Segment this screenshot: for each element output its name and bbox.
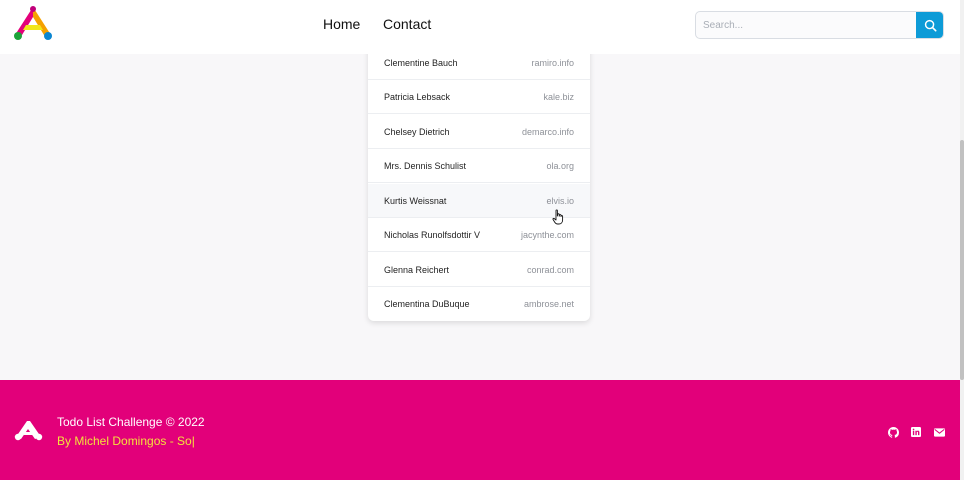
contact-website: ola.org (546, 160, 574, 171)
contact-website: demarco.info (521, 126, 574, 137)
search-box (695, 11, 944, 39)
contact-name: Glenna Reichert (384, 264, 450, 275)
github-icon (887, 426, 899, 438)
contact-website: ambrose.net (523, 299, 574, 309)
scrollbar-thumb[interactable] (960, 140, 964, 380)
footer-title: Todo List Challenge © 2022 (57, 415, 205, 429)
contact-name: Kurtis Weissnat (384, 195, 447, 206)
list-item[interactable]: Clementina DuBuque ambrose.net (368, 287, 590, 321)
contact-website: jacynthe.com (520, 229, 574, 240)
github-link[interactable] (887, 426, 899, 438)
search-button[interactable] (916, 12, 943, 38)
logo-icon[interactable] (12, 5, 54, 41)
search-icon (924, 19, 937, 32)
hand-cursor-icon (552, 209, 564, 225)
contact-name: Clementine Bauch (384, 57, 458, 68)
contact-website: conrad.com (526, 264, 574, 275)
contact-name: Clementina DuBuque (384, 299, 470, 309)
contact-name: Chelsey Dietrich (384, 126, 450, 137)
list-item[interactable]: Chelsey Dietrich demarco.info (368, 115, 590, 149)
nav-contact-link[interactable]: Contact (383, 16, 431, 32)
nav-home-link[interactable]: Home (323, 16, 360, 32)
search-input[interactable] (696, 12, 918, 38)
mail-icon (933, 427, 945, 437)
contact-name: Mrs. Dennis Schulist (384, 160, 467, 171)
contact-list: Clementine Bauch ramiro.info Patricia Le… (368, 44, 590, 321)
footer-author: By Michel Domingos - So| (57, 434, 195, 448)
linkedin-icon (911, 427, 921, 437)
contact-name: Nicholas Runolfsdottir V (384, 229, 481, 240)
mail-link[interactable] (933, 426, 945, 438)
scrollbar-track[interactable] (960, 0, 964, 480)
contact-name: Patricia Lebsack (384, 91, 451, 102)
contact-website: ramiro.info (531, 57, 574, 68)
linkedin-link[interactable] (910, 426, 922, 438)
footer-logo-icon (14, 421, 43, 441)
header: Home Contact (0, 0, 960, 54)
contact-website: elvis.io (546, 195, 574, 206)
list-item[interactable]: Patricia Lebsack kale.biz (368, 80, 590, 114)
footer: Todo List Challenge © 2022 By Michel Dom… (0, 380, 960, 480)
list-item[interactable]: Glenna Reichert conrad.com (368, 253, 590, 287)
contact-website: kale.biz (543, 91, 574, 102)
list-item[interactable]: Mrs. Dennis Schulist ola.org (368, 149, 590, 183)
